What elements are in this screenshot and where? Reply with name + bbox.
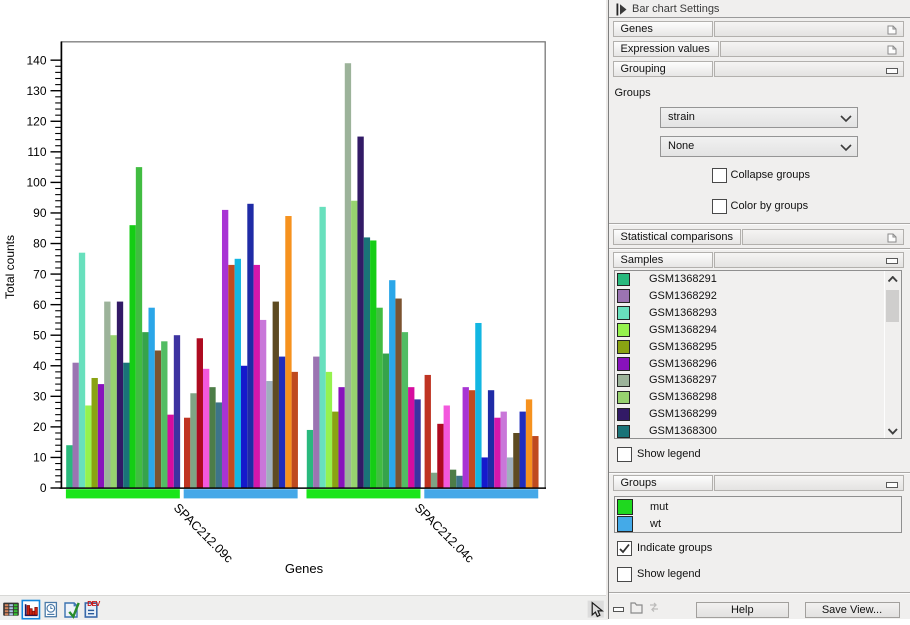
svg-text:Genes: Genes — [285, 561, 324, 576]
svg-text:DEV: DEV — [87, 601, 100, 608]
svg-text:120: 120 — [26, 114, 46, 128]
svg-text:110: 110 — [27, 145, 46, 159]
svg-text:90: 90 — [33, 206, 47, 220]
svg-text:100: 100 — [26, 176, 46, 190]
svg-text:50: 50 — [33, 328, 47, 342]
svg-text:0: 0 — [40, 481, 47, 495]
svg-text:20: 20 — [33, 420, 47, 434]
svg-text:Total counts: Total counts — [3, 235, 17, 299]
svg-text:10: 10 — [33, 451, 47, 465]
svg-text:40: 40 — [33, 359, 47, 373]
svg-text:70: 70 — [33, 267, 47, 281]
svg-text:130: 130 — [26, 84, 46, 98]
svg-text:30: 30 — [33, 390, 47, 404]
svg-text:140: 140 — [26, 53, 46, 67]
svg-text:80: 80 — [33, 237, 47, 251]
svg-text:60: 60 — [33, 298, 47, 312]
